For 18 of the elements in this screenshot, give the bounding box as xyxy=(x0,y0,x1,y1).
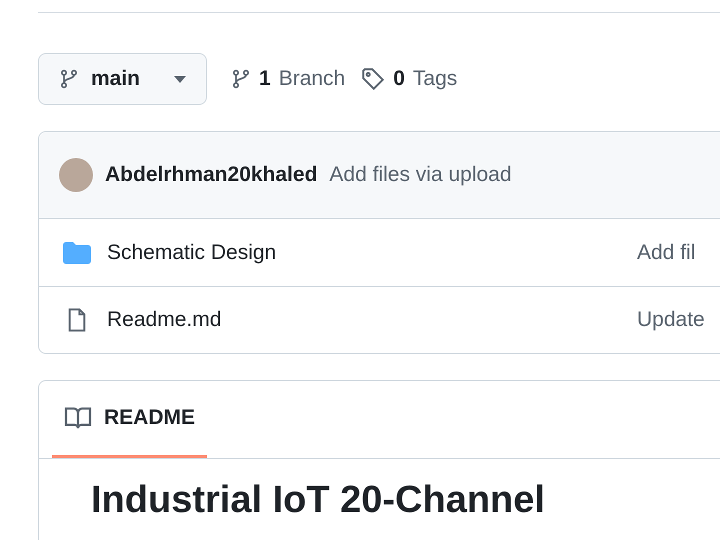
tag-icon xyxy=(361,67,386,91)
readme-tab[interactable]: README xyxy=(52,381,208,458)
folder-icon xyxy=(63,242,91,264)
branches-link[interactable]: 1 Branch xyxy=(231,63,346,95)
book-icon xyxy=(64,406,92,430)
commit-message-link[interactable]: Update xyxy=(637,304,705,336)
branch-selector[interactable]: main xyxy=(38,53,207,105)
readme-heading: Industrial IoT 20-Channel xyxy=(91,481,546,519)
file-name-link[interactable]: Readme.md xyxy=(107,304,637,336)
commit-message[interactable]: Add files via upload xyxy=(329,159,512,191)
branch-icon xyxy=(59,68,79,90)
tags-link[interactable]: 0 Tags xyxy=(361,63,458,95)
caret-icon xyxy=(174,76,186,82)
branch-icon xyxy=(231,68,251,90)
avatar xyxy=(59,158,93,192)
file-name-link[interactable]: Schematic Design xyxy=(107,236,637,268)
commit-author[interactable]: Abdelrhman20khaled xyxy=(105,159,318,191)
commit-message-link[interactable]: Add fil xyxy=(637,236,696,268)
